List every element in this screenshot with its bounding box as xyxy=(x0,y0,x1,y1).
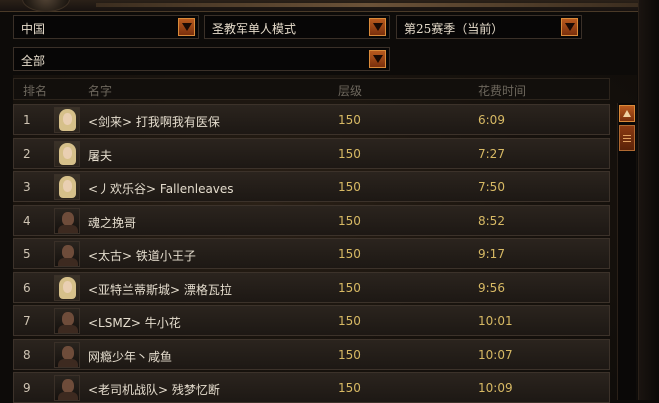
player-name[interactable]: <亚特兰蒂斯城> 漂格瓦拉 xyxy=(88,281,232,298)
triangle-up-icon xyxy=(623,110,631,117)
player-name[interactable]: <丿欢乐谷> Fallenleaves xyxy=(88,180,234,197)
region-dropdown-value: 中国 xyxy=(21,22,46,36)
mode-dropdown-value: 圣教军单人模式 xyxy=(212,22,297,36)
avatar xyxy=(54,241,80,267)
time-cell: 7:27 xyxy=(478,147,505,161)
column-header-time[interactable]: 花费时间 xyxy=(478,82,526,99)
time-cell: 8:52 xyxy=(478,214,505,228)
table-row[interactable]: 9 <老司机战队> 残梦忆断 150 10:09 xyxy=(13,372,610,403)
player-name[interactable]: <太古> 铁道小王子 xyxy=(88,247,196,264)
season-dropdown[interactable]: 第25赛季（当前） xyxy=(396,15,582,39)
region-dropdown[interactable]: 中国 xyxy=(13,15,199,39)
rank-cell: 4 xyxy=(23,214,31,228)
mode-dropdown[interactable]: 圣教军单人模式 xyxy=(204,15,390,39)
chevron-down-icon[interactable] xyxy=(369,18,386,36)
level-cell: 150 xyxy=(338,180,361,194)
avatar xyxy=(54,174,80,200)
rank-cell: 3 xyxy=(23,180,31,194)
player-name[interactable]: <LSMZ> 牛小花 xyxy=(88,314,181,331)
top-frame xyxy=(0,0,659,12)
column-header-rank[interactable]: 排名 xyxy=(23,82,47,99)
scroll-up-button[interactable] xyxy=(619,105,635,122)
player-name[interactable]: 网瘾少年丶咸鱼 xyxy=(88,348,172,365)
rank-cell: 9 xyxy=(23,381,31,395)
player-name[interactable]: <剑来> 打我啊我有医保 xyxy=(88,113,220,130)
level-cell: 150 xyxy=(338,214,361,228)
time-cell: 7:50 xyxy=(478,180,505,194)
time-cell: 10:07 xyxy=(478,348,513,362)
player-name[interactable]: 魂之挽哥 xyxy=(88,214,136,231)
player-name[interactable]: 屠夫 xyxy=(88,147,112,164)
time-cell: 9:56 xyxy=(478,281,505,295)
time-cell: 6:09 xyxy=(478,113,505,127)
avatar xyxy=(54,208,80,234)
class-dropdown[interactable]: 全部 xyxy=(13,47,390,71)
table-row[interactable]: 4 魂之挽哥 150 8:52 xyxy=(13,205,610,236)
avatar xyxy=(54,375,80,401)
player-name[interactable]: <老司机战队> 残梦忆断 xyxy=(88,381,220,398)
avatar xyxy=(54,308,80,334)
level-cell: 150 xyxy=(338,147,361,161)
avatar xyxy=(54,342,80,368)
time-cell: 9:17 xyxy=(478,247,505,261)
table-row[interactable]: 6 <亚特兰蒂斯城> 漂格瓦拉 150 9:56 xyxy=(13,272,610,303)
scrollbar[interactable] xyxy=(617,103,636,400)
level-cell: 150 xyxy=(338,314,361,328)
table-row[interactable]: 8 网瘾少年丶咸鱼 150 10:07 xyxy=(13,339,610,370)
right-frame xyxy=(638,0,659,400)
rank-cell: 8 xyxy=(23,348,31,362)
column-header-level[interactable]: 层级 xyxy=(338,82,362,99)
table-row[interactable]: 7 <LSMZ> 牛小花 150 10:01 xyxy=(13,305,610,336)
frame-ornament xyxy=(22,0,70,12)
season-dropdown-value: 第25赛季（当前） xyxy=(404,22,504,36)
time-cell: 10:09 xyxy=(478,381,513,395)
rank-cell: 7 xyxy=(23,314,31,328)
table-row[interactable]: 2 屠夫 150 7:27 xyxy=(13,138,610,169)
table-header: 排名 名字 层级 花费时间 xyxy=(13,78,610,100)
chevron-down-icon[interactable] xyxy=(178,18,195,36)
rank-cell: 1 xyxy=(23,113,31,127)
frame-bar xyxy=(96,3,639,7)
chevron-down-icon[interactable] xyxy=(369,50,386,68)
table-row[interactable]: 3 <丿欢乐谷> Fallenleaves 150 7:50 xyxy=(13,171,610,202)
level-cell: 150 xyxy=(338,247,361,261)
level-cell: 150 xyxy=(338,348,361,362)
level-cell: 150 xyxy=(338,281,361,295)
level-cell: 150 xyxy=(338,113,361,127)
scroll-thumb[interactable] xyxy=(619,125,635,151)
class-dropdown-value: 全部 xyxy=(21,54,46,68)
table-row[interactable]: 1 <剑来> 打我啊我有医保 150 6:09 xyxy=(13,104,610,135)
avatar xyxy=(54,275,80,301)
table-row[interactable]: 5 <太古> 铁道小王子 150 9:17 xyxy=(13,238,610,269)
column-header-name[interactable]: 名字 xyxy=(88,82,112,99)
level-cell: 150 xyxy=(338,381,361,395)
rank-cell: 5 xyxy=(23,247,31,261)
chevron-down-icon[interactable] xyxy=(561,18,578,36)
avatar xyxy=(54,107,80,133)
avatar xyxy=(54,141,80,167)
rank-cell: 2 xyxy=(23,147,31,161)
rank-cell: 6 xyxy=(23,281,31,295)
time-cell: 10:01 xyxy=(478,314,513,328)
